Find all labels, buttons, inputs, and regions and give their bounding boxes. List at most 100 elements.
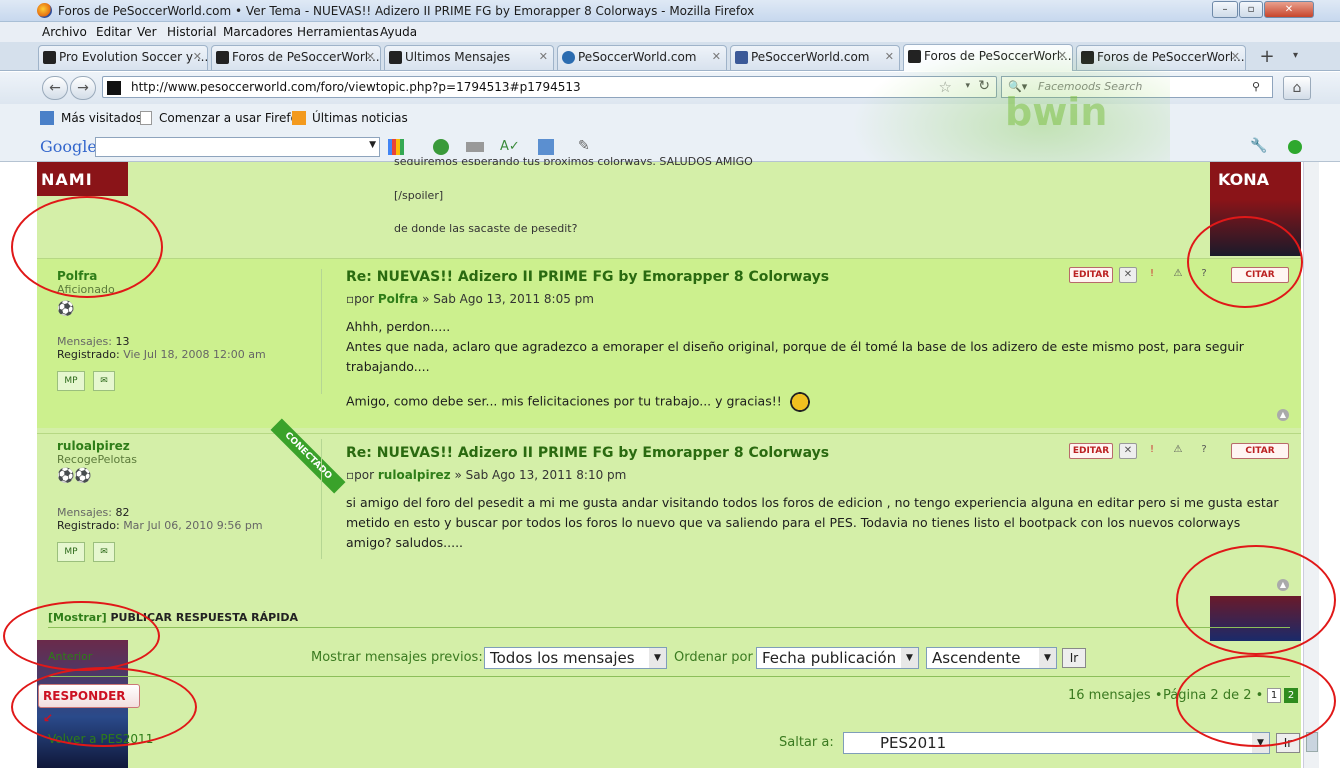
edit-button[interactable]: EDITAR: [1069, 443, 1113, 459]
jump-to-select[interactable]: PES2011 ▼: [843, 732, 1270, 754]
back-icon[interactable]: ←: [42, 76, 68, 100]
bookmark-star-icon[interactable]: ☆: [939, 78, 952, 96]
delete-icon[interactable]: ✕: [1119, 443, 1137, 459]
email-icon[interactable]: ✉: [93, 542, 115, 562]
forward-icon[interactable]: →: [70, 76, 96, 100]
post-author[interactable]: Polfra: [378, 292, 418, 306]
menu-historial[interactable]: Historial: [167, 25, 217, 39]
tab-5[interactable]: PeSoccerWorld.com ✕: [730, 45, 900, 70]
scrollbar-thumb[interactable]: [1306, 732, 1318, 752]
private-message-icon[interactable]: MP: [57, 542, 85, 562]
user-post-count: 13: [115, 335, 130, 348]
post-username[interactable]: Polfra: [57, 269, 97, 283]
tab-1[interactable]: Pro Evolution Soccer y ... ✕: [38, 45, 208, 70]
email-icon[interactable]: ✉: [93, 371, 115, 391]
back-to-forum-link[interactable]: Volver a PES2011: [48, 732, 153, 746]
new-tab-icon[interactable]: +: [1252, 46, 1282, 68]
translate-icon[interactable]: [538, 139, 554, 155]
jump-go-button[interactable]: Ir: [1276, 733, 1300, 753]
mensajes-label: Mensajes:: [57, 506, 112, 519]
post-polfra: Polfra Aficionado ⚽ Mensajes: 13 Registr…: [37, 258, 1301, 428]
warn-icon[interactable]: !: [1143, 267, 1161, 283]
tab-label: Foros de PeSoccerWorl...: [924, 49, 1072, 63]
user-post-count: 82: [115, 506, 130, 519]
menu-archivo[interactable]: Archivo: [42, 25, 87, 39]
dropdown-icon[interactable]: ▼: [1039, 648, 1056, 668]
tab-label: Foros de PeSoccerWorl...: [232, 50, 380, 64]
tab-2[interactable]: Foros de PeSoccerWorl... ✕: [211, 45, 381, 70]
close-tab-icon[interactable]: ✕: [885, 46, 894, 68]
dropdown-icon[interactable]: ▼: [901, 648, 918, 668]
url-bar[interactable]: http://www.pesoccerworld.com/foro/viewto…: [102, 76, 997, 98]
dropdown-icon[interactable]: ▼: [649, 648, 666, 668]
tab-7[interactable]: Foros de PeSoccerWorl... ✕: [1076, 45, 1246, 70]
info-icon[interactable]: ?: [1195, 267, 1213, 283]
quote-button[interactable]: CITAR: [1231, 267, 1289, 283]
select-value: Fecha publicación: [762, 649, 897, 667]
close-tab-icon[interactable]: ✕: [193, 46, 202, 68]
page-1-link[interactable]: 1: [1267, 688, 1281, 703]
previous-topic-link[interactable]: Anterior: [48, 650, 92, 663]
info-icon[interactable]: ?: [1195, 443, 1213, 459]
report-icon[interactable]: ⚠: [1169, 267, 1187, 283]
top-icon[interactable]: ▲: [1277, 579, 1289, 591]
close-tab-icon[interactable]: ✕: [1231, 46, 1240, 68]
spellcheck-icon[interactable]: A✓: [500, 139, 520, 154]
post-title[interactable]: Re: NUEVAS!! Adizero II PRIME FG by Emor…: [346, 445, 829, 461]
search-icon[interactable]: ⚲: [1252, 80, 1260, 93]
order-by-select[interactable]: Fecha publicación ▼: [756, 647, 919, 669]
menu-ver[interactable]: Ver: [137, 25, 157, 39]
pes-icon: [562, 51, 575, 64]
url-text[interactable]: http://www.pesoccerworld.com/foro/viewto…: [131, 80, 911, 94]
quote-button[interactable]: CITAR: [1231, 443, 1289, 459]
post-username[interactable]: ruloalpirez: [57, 439, 130, 453]
wrench-icon[interactable]: 🔧: [1250, 138, 1267, 154]
delete-icon[interactable]: ✕: [1119, 267, 1137, 283]
bookmark-ultimas-noticias[interactable]: Últimas noticias: [312, 111, 408, 125]
google-search-icon[interactable]: [388, 139, 404, 155]
pagerank-icon[interactable]: [433, 139, 449, 155]
private-message-icon[interactable]: MP: [57, 371, 85, 391]
tab-3[interactable]: Ultimos Mensajes ✕: [384, 45, 554, 70]
top-icon[interactable]: ▲: [1277, 409, 1289, 421]
order-direction-select[interactable]: Ascendente ▼: [926, 647, 1057, 669]
report-icon[interactable]: ⚠: [1169, 443, 1187, 459]
close-tab-icon[interactable]: ✕: [539, 46, 548, 68]
bookmark-mas-visitados[interactable]: Más visitados: [61, 111, 142, 125]
pencil-icon[interactable]: ✎: [578, 138, 590, 154]
bookmark-comenzar[interactable]: Comenzar a usar Firefox: [159, 111, 305, 125]
search-box[interactable]: 🔍▾ Facemoods Search ⚲: [1001, 76, 1273, 98]
reply-button[interactable]: RESPONDER ↙: [38, 684, 140, 725]
menu-herramientas[interactable]: Herramientas: [297, 25, 379, 39]
menu-marcadores[interactable]: Marcadores: [223, 25, 293, 39]
search-engine-icon[interactable]: 🔍▾: [1008, 80, 1027, 93]
close-tab-icon[interactable]: ✕: [1058, 45, 1067, 67]
show-previous-select[interactable]: Todos los mensajes ▼: [484, 647, 667, 669]
close-tab-icon[interactable]: ✕: [366, 46, 375, 68]
dropdown-icon[interactable]: ▾: [965, 81, 970, 91]
warn-icon[interactable]: !: [1143, 443, 1161, 459]
close-tab-icon[interactable]: ✕: [712, 46, 721, 68]
smiley-icon: [785, 391, 814, 413]
maximize-button[interactable]: ▫: [1239, 1, 1263, 18]
home-icon[interactable]: ⌂: [1283, 76, 1311, 100]
psw-icon: [389, 51, 402, 64]
sort-go-button[interactable]: Ir: [1062, 648, 1086, 668]
tab-4[interactable]: PeSoccerWorld.com ✕: [557, 45, 727, 70]
post-title[interactable]: Re: NUEVAS!! Adizero II PRIME FG by Emor…: [346, 269, 829, 285]
tab-list-icon[interactable]: ▾: [1293, 50, 1298, 61]
show-quick-reply-link[interactable]: [Mostrar]: [48, 611, 107, 624]
post-author[interactable]: ruloalpirez: [378, 468, 451, 482]
edit-button[interactable]: EDITAR: [1069, 267, 1113, 283]
dropdown-icon[interactable]: ▼: [1252, 733, 1269, 753]
minimize-button[interactable]: –: [1212, 1, 1238, 18]
dropdown-icon[interactable]: ▼: [369, 140, 376, 150]
page-scrollbar[interactable]: [1303, 162, 1319, 768]
menu-ayuda[interactable]: Ayuda: [380, 25, 417, 39]
close-button[interactable]: ✕: [1264, 1, 1314, 18]
menu-editar[interactable]: Editar: [96, 25, 132, 39]
search-placeholder: Facemoods Search: [1038, 80, 1143, 93]
google-search-input[interactable]: ▼: [95, 137, 380, 157]
reload-icon[interactable]: ↻: [978, 78, 990, 94]
tab-6-active[interactable]: Foros de PeSoccerWorl... ✕: [903, 44, 1073, 71]
